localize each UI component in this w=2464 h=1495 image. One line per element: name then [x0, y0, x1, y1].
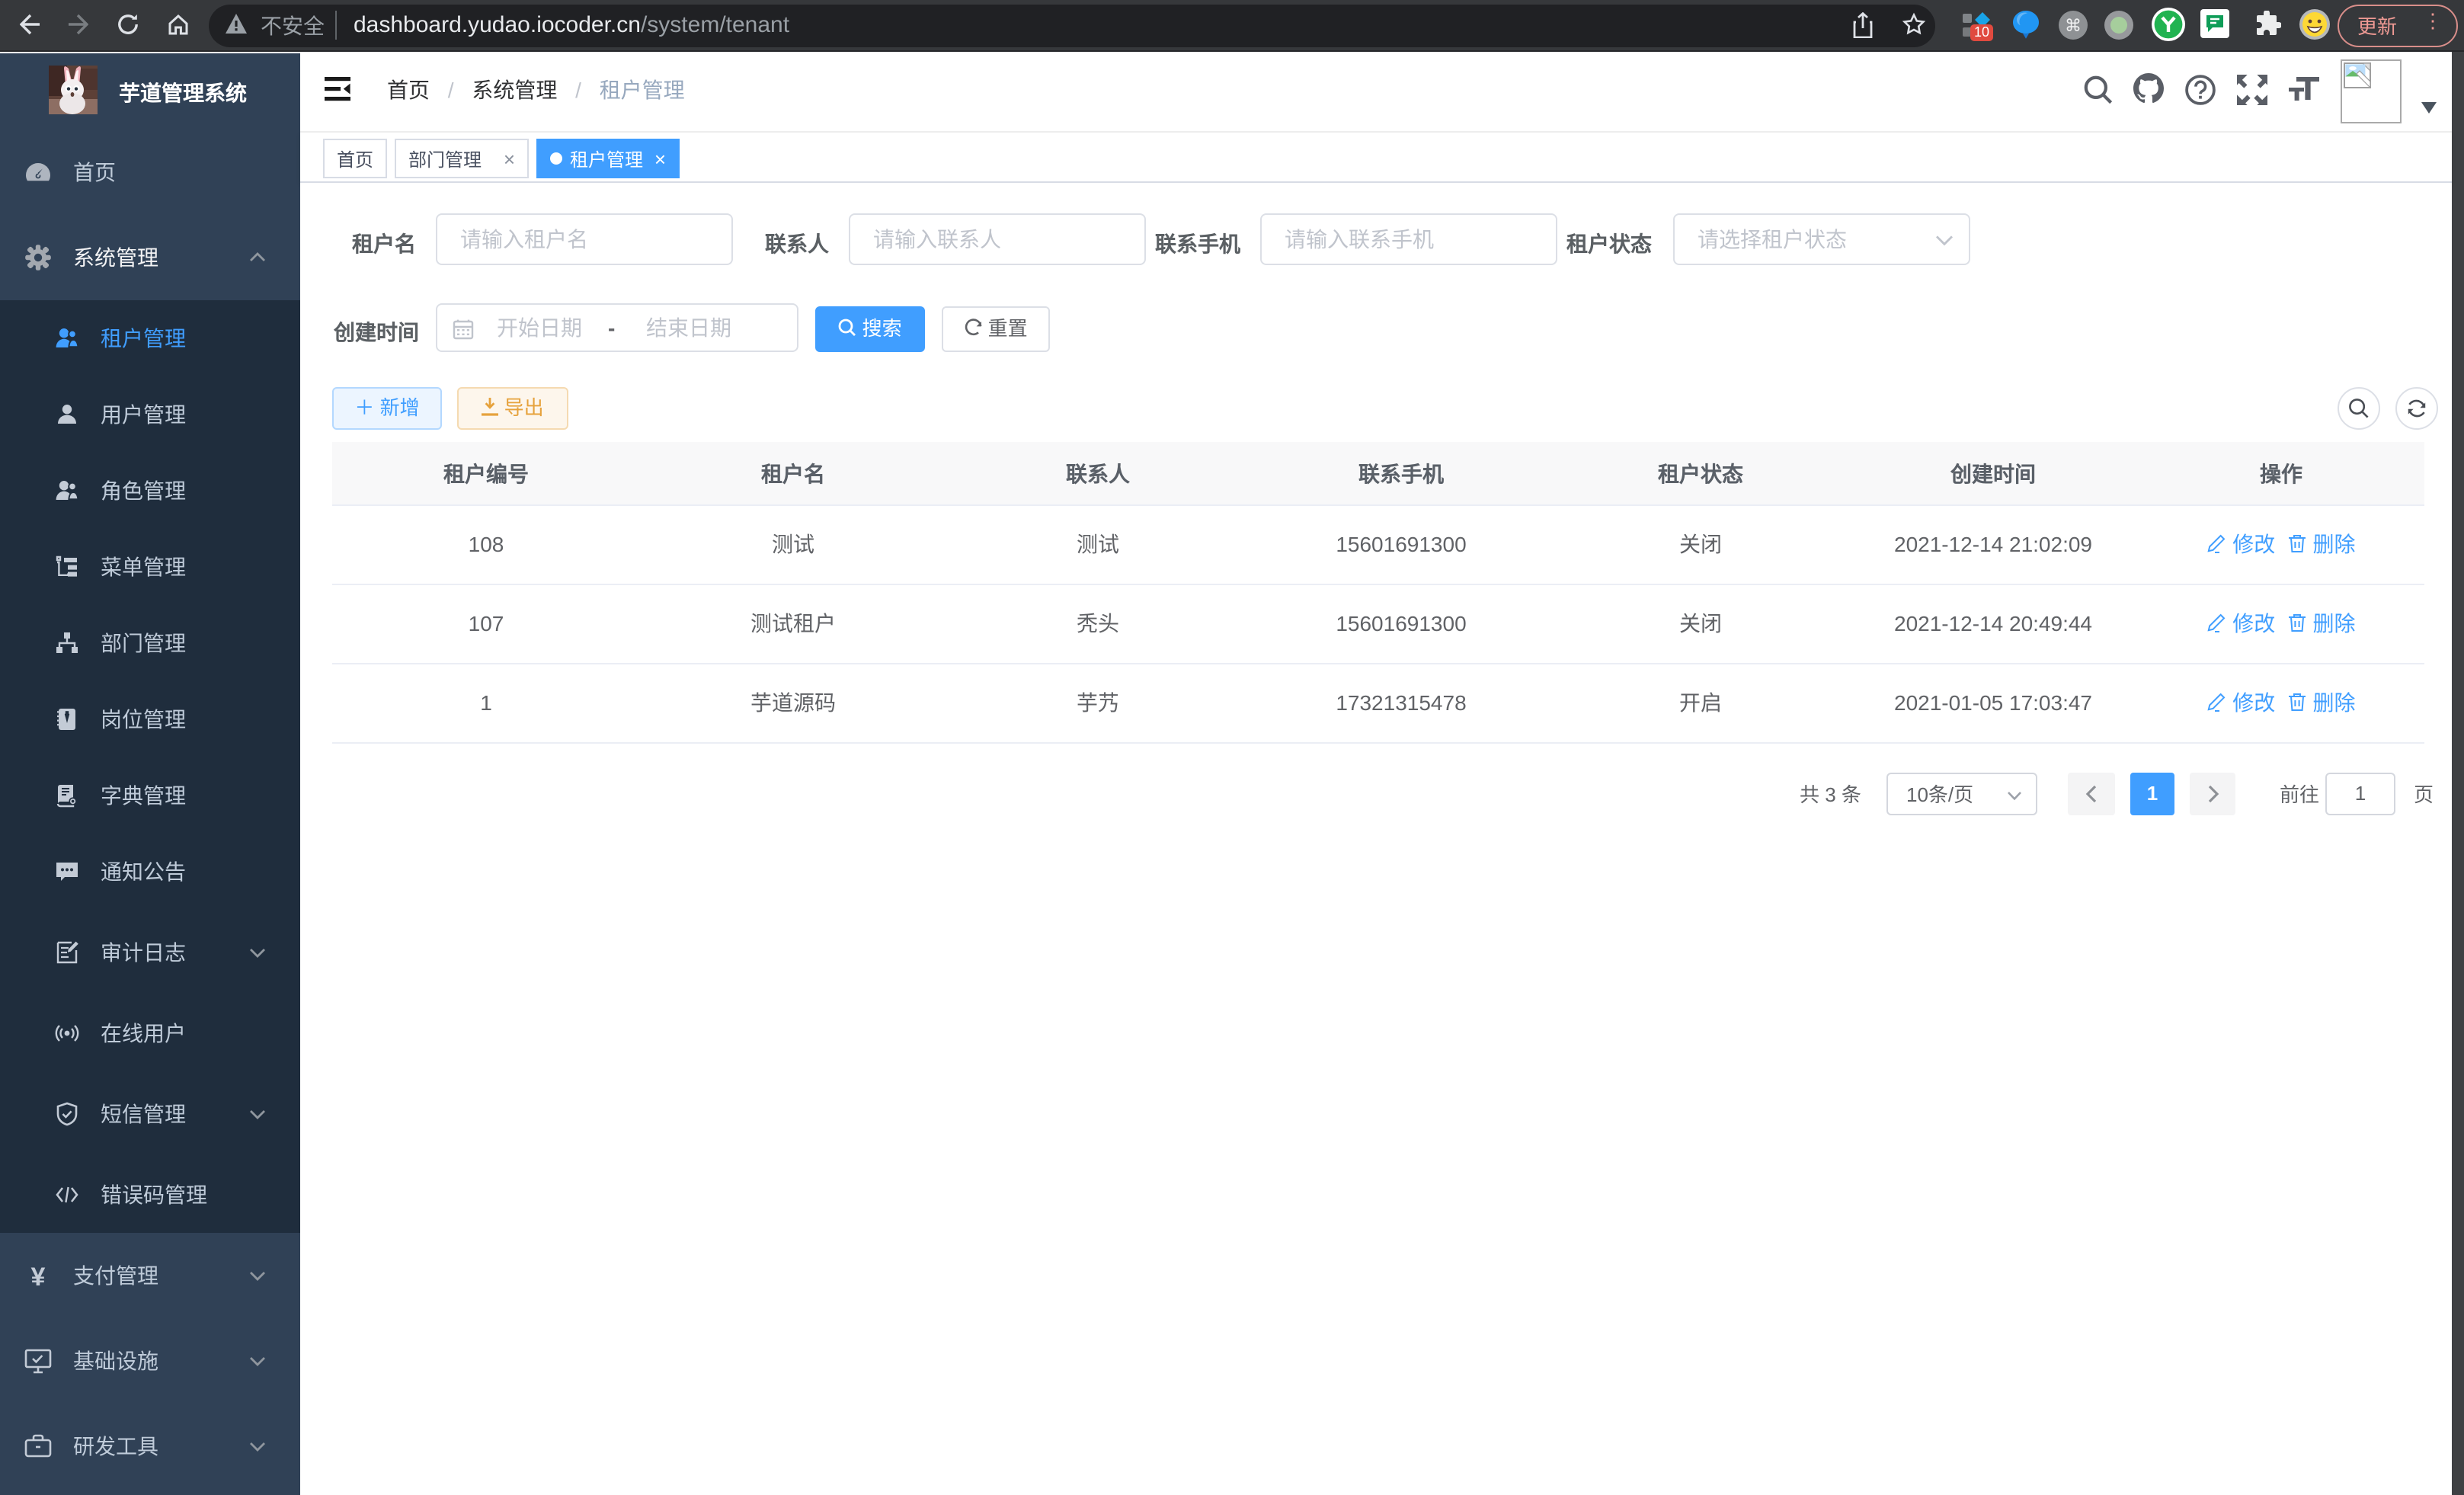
svg-text:⌘: ⌘ — [2065, 16, 2082, 35]
svg-text:¥: ¥ — [31, 1263, 46, 1289]
